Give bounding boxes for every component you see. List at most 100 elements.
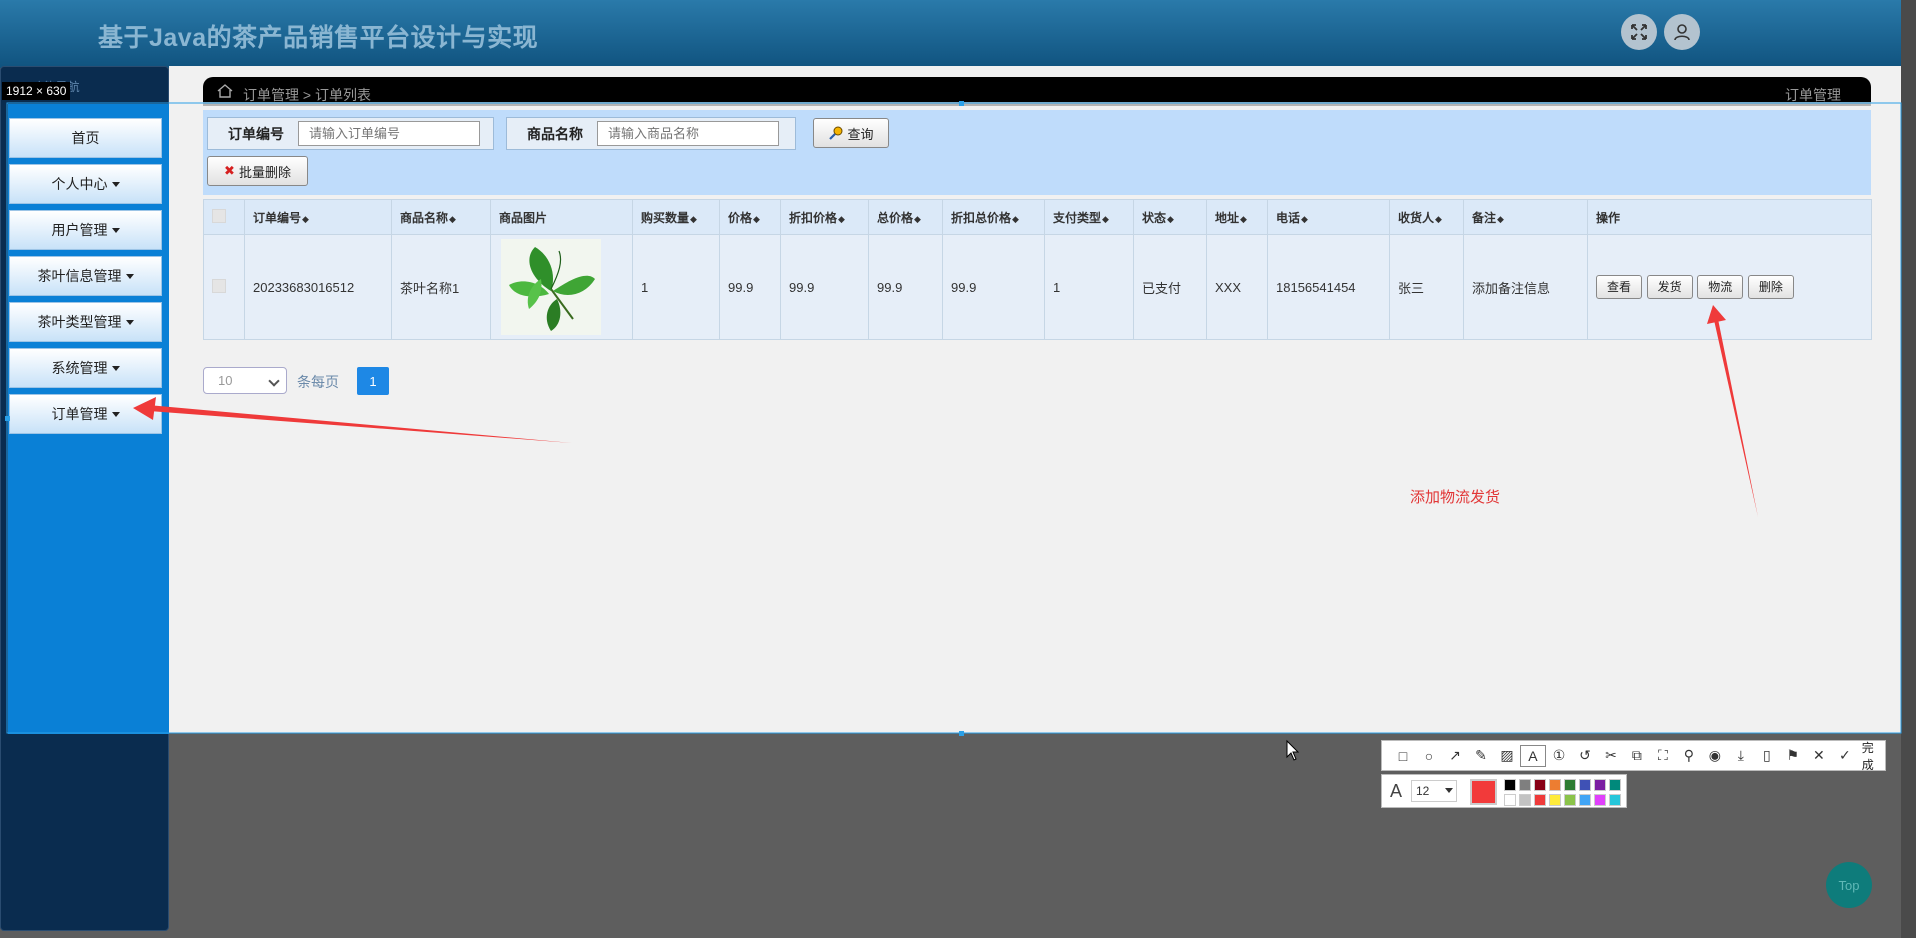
- check-icon[interactable]: ✓: [1832, 745, 1858, 767]
- user-profile-button[interactable]: [1664, 14, 1700, 50]
- batch-delete-button[interactable]: ✖ 批量删除: [207, 156, 308, 186]
- delete-button[interactable]: 删除: [1747, 275, 1794, 299]
- back-to-top-button[interactable]: Top: [1826, 862, 1872, 908]
- color-swatch[interactable]: [1534, 779, 1546, 791]
- phone-icon[interactable]: ▯: [1754, 745, 1780, 767]
- sidebar-item-user-management[interactable]: 用户管理: [9, 210, 162, 250]
- color-swatch[interactable]: [1534, 794, 1546, 806]
- color-swatch[interactable]: [1564, 794, 1576, 806]
- search-panel: 订单编号 商品名称 查询 ✖ 批量删除: [203, 110, 1871, 195]
- column-header-address[interactable]: 地址◆: [1206, 199, 1268, 235]
- breadcrumb-path[interactable]: 订单管理 > 订单列表: [243, 85, 371, 105]
- pen-tool-icon[interactable]: ✎: [1468, 745, 1494, 767]
- caret-down-icon: [111, 365, 120, 371]
- color-swatch[interactable]: [1549, 794, 1561, 806]
- ocr-icon[interactable]: ⧉: [1624, 745, 1650, 767]
- color-swatch[interactable]: [1519, 794, 1531, 806]
- column-header-phone[interactable]: 电话◆: [1267, 199, 1390, 235]
- scrollbar-track[interactable]: [1901, 0, 1916, 938]
- bookmark-icon[interactable]: ⚑: [1780, 745, 1806, 767]
- scroll-capture-icon[interactable]: ⛶: [1650, 745, 1676, 767]
- close-icon[interactable]: ✕: [1806, 745, 1832, 767]
- app-title: 基于Java的茶产品销售平台设计与实现: [98, 24, 539, 52]
- text-style-toolbar: A 12: [1381, 774, 1627, 808]
- table-row: 20233683016512 茶叶名称1 1 99.9 99.9 99.9 99…: [203, 234, 1872, 340]
- column-header-pay-type[interactable]: 支付类型◆: [1044, 199, 1134, 235]
- color-swatch[interactable]: [1579, 794, 1591, 806]
- app-header: 基于Java的茶产品销售平台设计与实现: [0, 0, 1916, 68]
- number-tool-icon[interactable]: ①: [1546, 745, 1572, 767]
- home-icon[interactable]: [217, 84, 233, 98]
- caret-down-icon: [111, 227, 120, 233]
- column-header-total-price[interactable]: 总价格◆: [868, 199, 943, 235]
- color-swatch[interactable]: [1519, 779, 1531, 791]
- sidebar-item-system[interactable]: 系统管理: [9, 348, 162, 388]
- record-icon[interactable]: ◉: [1702, 745, 1728, 767]
- sidebar-item-orders[interactable]: 订单管理: [9, 394, 162, 434]
- cell-product-name: 茶叶名称1: [391, 234, 491, 340]
- sidebar-item-home[interactable]: 首页: [9, 118, 162, 158]
- font-size-select[interactable]: 12: [1411, 780, 1457, 802]
- mosaic-tool-icon[interactable]: ▨: [1494, 745, 1520, 767]
- column-header-quantity[interactable]: 购买数量◆: [632, 199, 720, 235]
- page-button-current[interactable]: 1: [357, 367, 389, 395]
- column-header-price[interactable]: 价格◆: [719, 199, 781, 235]
- sidebar-item-personal-center[interactable]: 个人中心: [9, 164, 162, 204]
- tea-leaf-image: [501, 239, 601, 335]
- fullscreen-button[interactable]: [1621, 14, 1657, 50]
- color-swatch[interactable]: [1564, 779, 1576, 791]
- rectangle-tool-icon[interactable]: □: [1390, 745, 1416, 767]
- undo-icon[interactable]: ↺: [1572, 745, 1598, 767]
- chevron-down-icon: [1445, 788, 1453, 793]
- select-all-checkbox[interactable]: [212, 208, 226, 223]
- table-header-row: 订单编号◆ 商品名称◆ 商品图片 购买数量◆ 价格◆ 折扣价格◆ 总价格◆ 折扣…: [203, 199, 1872, 235]
- column-header-receiver[interactable]: 收货人◆: [1389, 199, 1464, 235]
- chevron-down-icon: [268, 375, 280, 387]
- ellipse-tool-icon[interactable]: ○: [1416, 745, 1442, 767]
- product-name-label: 商品名称: [527, 125, 583, 142]
- column-header-order-no[interactable]: 订单编号◆: [244, 199, 392, 235]
- column-header-product-name[interactable]: 商品名称◆: [391, 199, 491, 235]
- color-swatch[interactable]: [1579, 779, 1591, 791]
- color-swatch[interactable]: [1594, 794, 1606, 806]
- pin-icon[interactable]: ⚲: [1676, 745, 1702, 767]
- sidebar-item-tea-info[interactable]: 茶叶信息管理: [9, 256, 162, 296]
- sidebar-item-label: 系统管理: [51, 360, 108, 376]
- view-button[interactable]: 查看: [1596, 275, 1643, 299]
- current-color-swatch[interactable]: [1470, 779, 1497, 805]
- color-swatch[interactable]: [1549, 779, 1561, 791]
- download-icon[interactable]: ⤓: [1728, 745, 1754, 767]
- color-swatch[interactable]: [1504, 794, 1516, 806]
- cell-actions: 查看 发货 物流 删除: [1587, 234, 1872, 340]
- done-button[interactable]: 完成: [1862, 739, 1885, 773]
- color-swatch[interactable]: [1609, 779, 1621, 791]
- ship-button[interactable]: 发货: [1646, 275, 1693, 299]
- column-header-product-image: 商品图片: [490, 199, 633, 235]
- color-swatch[interactable]: [1594, 779, 1606, 791]
- query-button[interactable]: 查询: [813, 118, 889, 148]
- column-header-discount-total[interactable]: 折扣总价格◆: [942, 199, 1045, 235]
- column-header-status[interactable]: 状态◆: [1133, 199, 1207, 235]
- cell-discount-price: 99.9: [780, 234, 869, 340]
- scissors-icon[interactable]: ✂: [1598, 745, 1624, 767]
- column-header-remark[interactable]: 备注◆: [1463, 199, 1588, 235]
- logistics-button[interactable]: 物流: [1697, 275, 1744, 299]
- row-select-cell: [203, 234, 245, 340]
- color-swatch[interactable]: [1609, 794, 1621, 806]
- font-icon: A: [1390, 781, 1403, 801]
- text-tool-icon[interactable]: A: [1519, 744, 1546, 767]
- order-no-input[interactable]: [298, 121, 480, 146]
- selection-dimension-label: 1912 × 630: [2, 82, 71, 100]
- batch-delete-label: 批量删除: [238, 164, 291, 180]
- column-header-discount-price[interactable]: 折扣价格◆: [780, 199, 869, 235]
- color-swatch[interactable]: [1504, 779, 1516, 791]
- product-name-input[interactable]: [597, 121, 779, 146]
- query-button-label: 查询: [847, 126, 874, 142]
- row-checkbox[interactable]: [212, 278, 226, 293]
- arrow-tool-icon[interactable]: ↗: [1442, 745, 1468, 767]
- sidebar-item-tea-type[interactable]: 茶叶类型管理: [9, 302, 162, 342]
- sidebar-item-label: 订单管理: [51, 406, 108, 422]
- search-key-icon: [829, 126, 843, 140]
- page-size-select[interactable]: 10: [203, 367, 287, 394]
- screenshot-toolbar: □ ○ ↗ ✎ ▨ A ① ↺ ✂ ⧉ ⛶ ⚲ ◉ ⤓ ▯ ⚑ ✕ ✓ 完成: [1381, 739, 1886, 773]
